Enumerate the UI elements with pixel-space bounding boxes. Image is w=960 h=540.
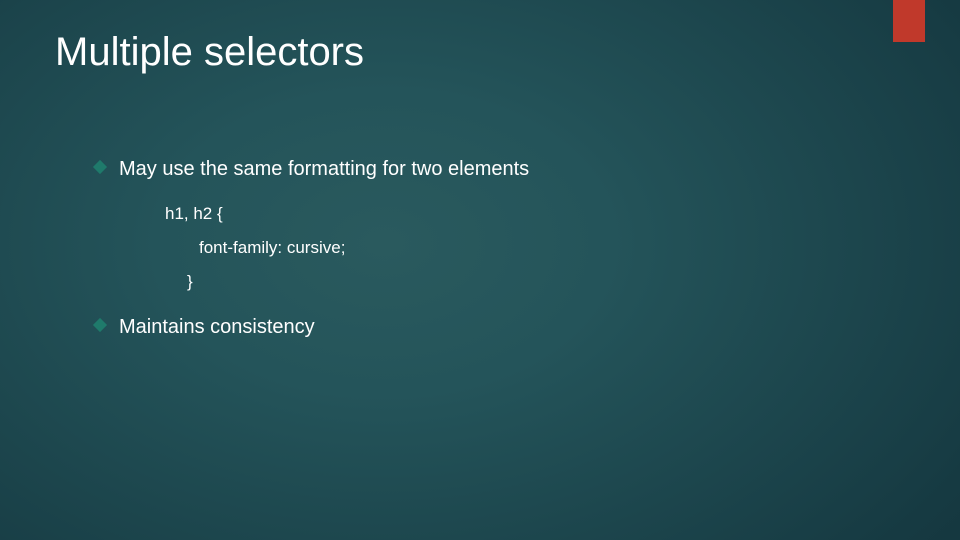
code-snippet: h1, h2 { font-family: cursive; }	[165, 197, 880, 299]
diamond-bullet-icon	[93, 160, 107, 174]
bullet-item: Maintains consistency	[95, 313, 880, 341]
slide-content: May use the same formatting for two elem…	[95, 155, 880, 351]
accent-bar	[893, 0, 925, 42]
diamond-bullet-icon	[93, 318, 107, 332]
slide-title: Multiple selectors	[55, 30, 364, 75]
bullet-text: May use the same formatting for two elem…	[119, 155, 529, 183]
code-line: }	[187, 265, 880, 299]
code-line: font-family: cursive;	[199, 231, 880, 265]
slide: Multiple selectors May use the same form…	[0, 0, 960, 540]
bullet-text: Maintains consistency	[119, 313, 315, 341]
bullet-item: May use the same formatting for two elem…	[95, 155, 880, 183]
code-line: h1, h2 {	[165, 197, 880, 231]
